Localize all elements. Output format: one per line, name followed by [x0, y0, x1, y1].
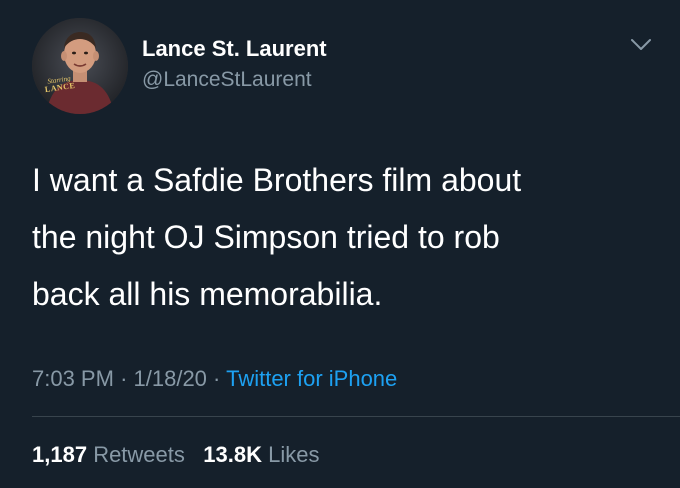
retweets-count: 1,187	[32, 442, 88, 467]
tweet-meta: 7:03 PM · 1/18/20 · Twitter for iPhone	[32, 364, 397, 394]
likes-label: Likes	[268, 442, 320, 467]
tweet-card: Starring LANCE Lance St. Laurent @LanceS…	[0, 0, 680, 488]
tweet-text: I want a Safdie Brothers film about the …	[32, 162, 522, 312]
likes-stat[interactable]: 13.8K Likes	[203, 442, 319, 467]
display-name[interactable]: Lance St. Laurent	[142, 36, 327, 62]
tweet-date[interactable]: 1/18/20	[134, 366, 207, 391]
author-block[interactable]: Lance St. Laurent @LanceStLaurent	[142, 36, 327, 94]
meta-separator: ·	[120, 366, 128, 391]
retweets-label: Retweets	[93, 442, 185, 467]
divider	[32, 416, 680, 417]
likes-count: 13.8K	[203, 442, 262, 467]
chevron-down-icon	[631, 39, 651, 50]
avatar[interactable]: Starring LANCE	[32, 18, 128, 114]
meta-separator: ·	[213, 366, 221, 391]
tweet-menu-button[interactable]	[630, 38, 652, 52]
tweet-source-link[interactable]: Twitter for iPhone	[226, 366, 397, 391]
tweet-stats: 1,187 Retweets 13.8K Likes	[32, 440, 319, 470]
user-handle[interactable]: @LanceStLaurent	[142, 66, 327, 94]
retweets-stat[interactable]: 1,187 Retweets	[32, 442, 191, 467]
tweet-time[interactable]: 7:03 PM	[32, 366, 114, 391]
